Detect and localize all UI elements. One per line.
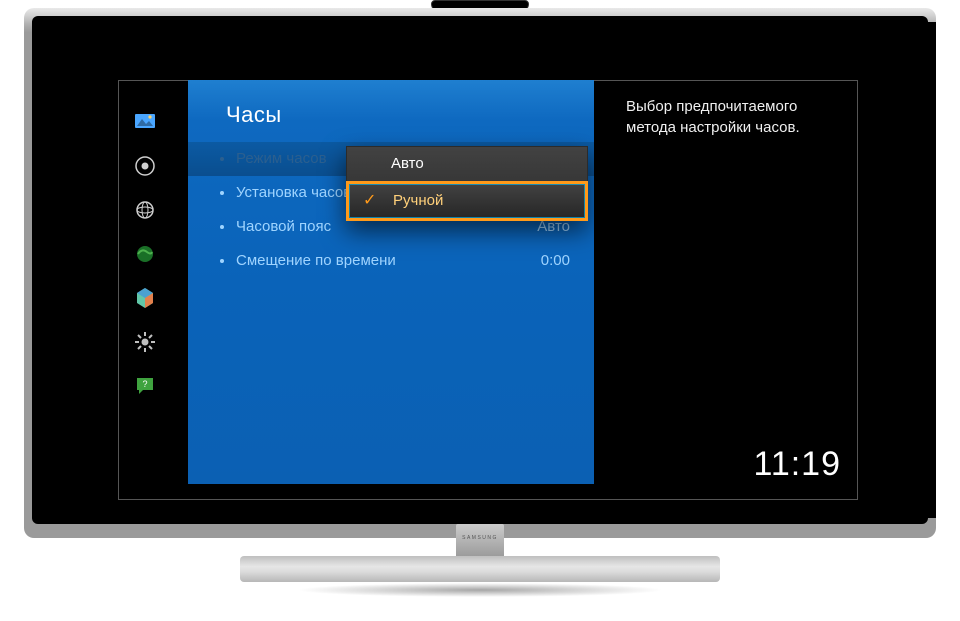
tv-stand-neck — [456, 524, 504, 558]
settings-panel: Часы Режим часов Установка часов Часовой… — [188, 80, 594, 484]
app-root: ? Часы Режим часов Установка часов — [0, 0, 960, 621]
option-label: Авто — [391, 155, 424, 172]
panel-title: Часы — [188, 80, 594, 142]
help-text: Выбор предпочитаемого метода настройки ч… — [626, 96, 836, 138]
option-label: Ручной — [393, 192, 443, 209]
menu-item-time-offset[interactable]: Смещение по времени 0:00 — [188, 244, 594, 278]
screen: ? Часы Режим часов Установка часов — [40, 22, 936, 518]
broadcast-icon[interactable] — [133, 242, 157, 266]
tv-stand-base — [240, 556, 720, 582]
menu-value: 0:00 — [541, 244, 570, 278]
picture-icon[interactable] — [133, 110, 157, 134]
sound-icon[interactable] — [133, 154, 157, 178]
tv-brand-label: SAMSUNG — [462, 535, 498, 541]
tv-bezel: ? Часы Режим часов Установка часов — [32, 16, 928, 524]
current-time: 11:19 — [753, 445, 841, 484]
check-icon: ✓ — [363, 184, 376, 218]
tv-stand-shadow — [220, 580, 740, 600]
sidebar: ? — [125, 110, 165, 398]
smart-hub-icon[interactable] — [133, 286, 157, 310]
dropdown-option-manual[interactable]: ✓ Ручной — [346, 181, 588, 221]
settings-icon[interactable] — [133, 330, 157, 354]
network-icon[interactable] — [133, 198, 157, 222]
clock-mode-dropdown: Авто ✓ Ручной — [346, 146, 588, 221]
support-icon[interactable]: ? — [133, 374, 157, 398]
dropdown-option-auto[interactable]: Авто — [347, 147, 587, 181]
svg-text:?: ? — [142, 379, 147, 389]
menu-label: Смещение по времени — [236, 244, 541, 278]
